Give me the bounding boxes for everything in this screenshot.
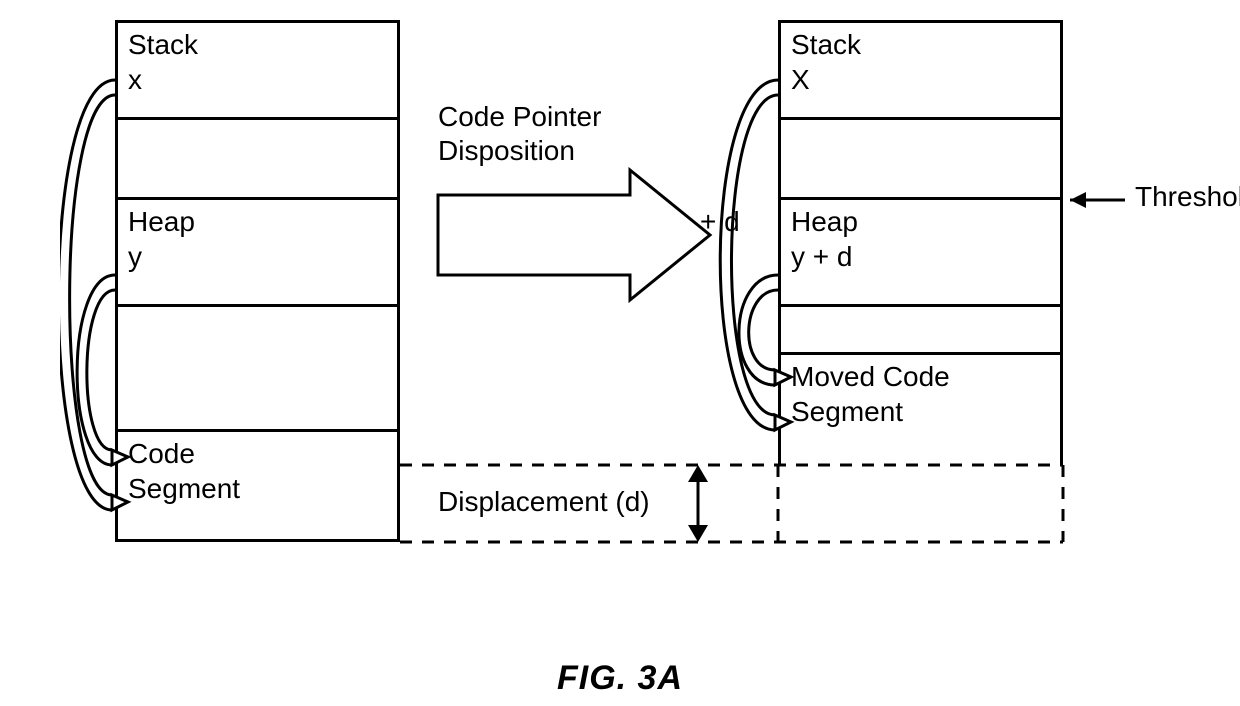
left-stack-label: Stack x — [118, 23, 397, 101]
left-heap-label: Heap y — [118, 200, 397, 278]
displacement-label: Displacement (d) — [438, 485, 650, 519]
code-pointer-disposition-label: Code Pointer Disposition — [438, 100, 601, 167]
right-heap-label: Heap y + d — [781, 200, 1060, 278]
right-gap2-block — [778, 307, 1063, 355]
left-heap-block: Heap y — [115, 200, 400, 307]
right-heap-block: Heap y + d — [778, 200, 1063, 307]
diagram-container: Stack x Heap y Code Segment Stack X Heap… — [60, 20, 1180, 640]
left-code-block: Code Segment — [115, 432, 400, 542]
right-stack-block: Stack X — [778, 20, 1063, 120]
plus-d-label: + d — [700, 205, 740, 239]
displacement-arrow-icon — [688, 465, 708, 542]
right-stack-label: Stack X — [781, 23, 1060, 101]
left-code-label: Code Segment — [118, 432, 397, 510]
big-arrow-icon — [438, 170, 710, 300]
threshold-label: Threshold — [1135, 180, 1240, 214]
threshold-arrow-icon — [1070, 192, 1125, 208]
figure-label: FIG. 3A — [557, 659, 683, 698]
left-stack-block: Stack x — [115, 20, 400, 120]
right-moved-code-label: Moved Code Segment — [781, 355, 1060, 433]
left-gap1-block — [115, 120, 400, 200]
left-gap2-block — [115, 307, 400, 432]
right-moved-code-block: Moved Code Segment — [778, 355, 1063, 465]
right-gap1-block — [778, 120, 1063, 200]
